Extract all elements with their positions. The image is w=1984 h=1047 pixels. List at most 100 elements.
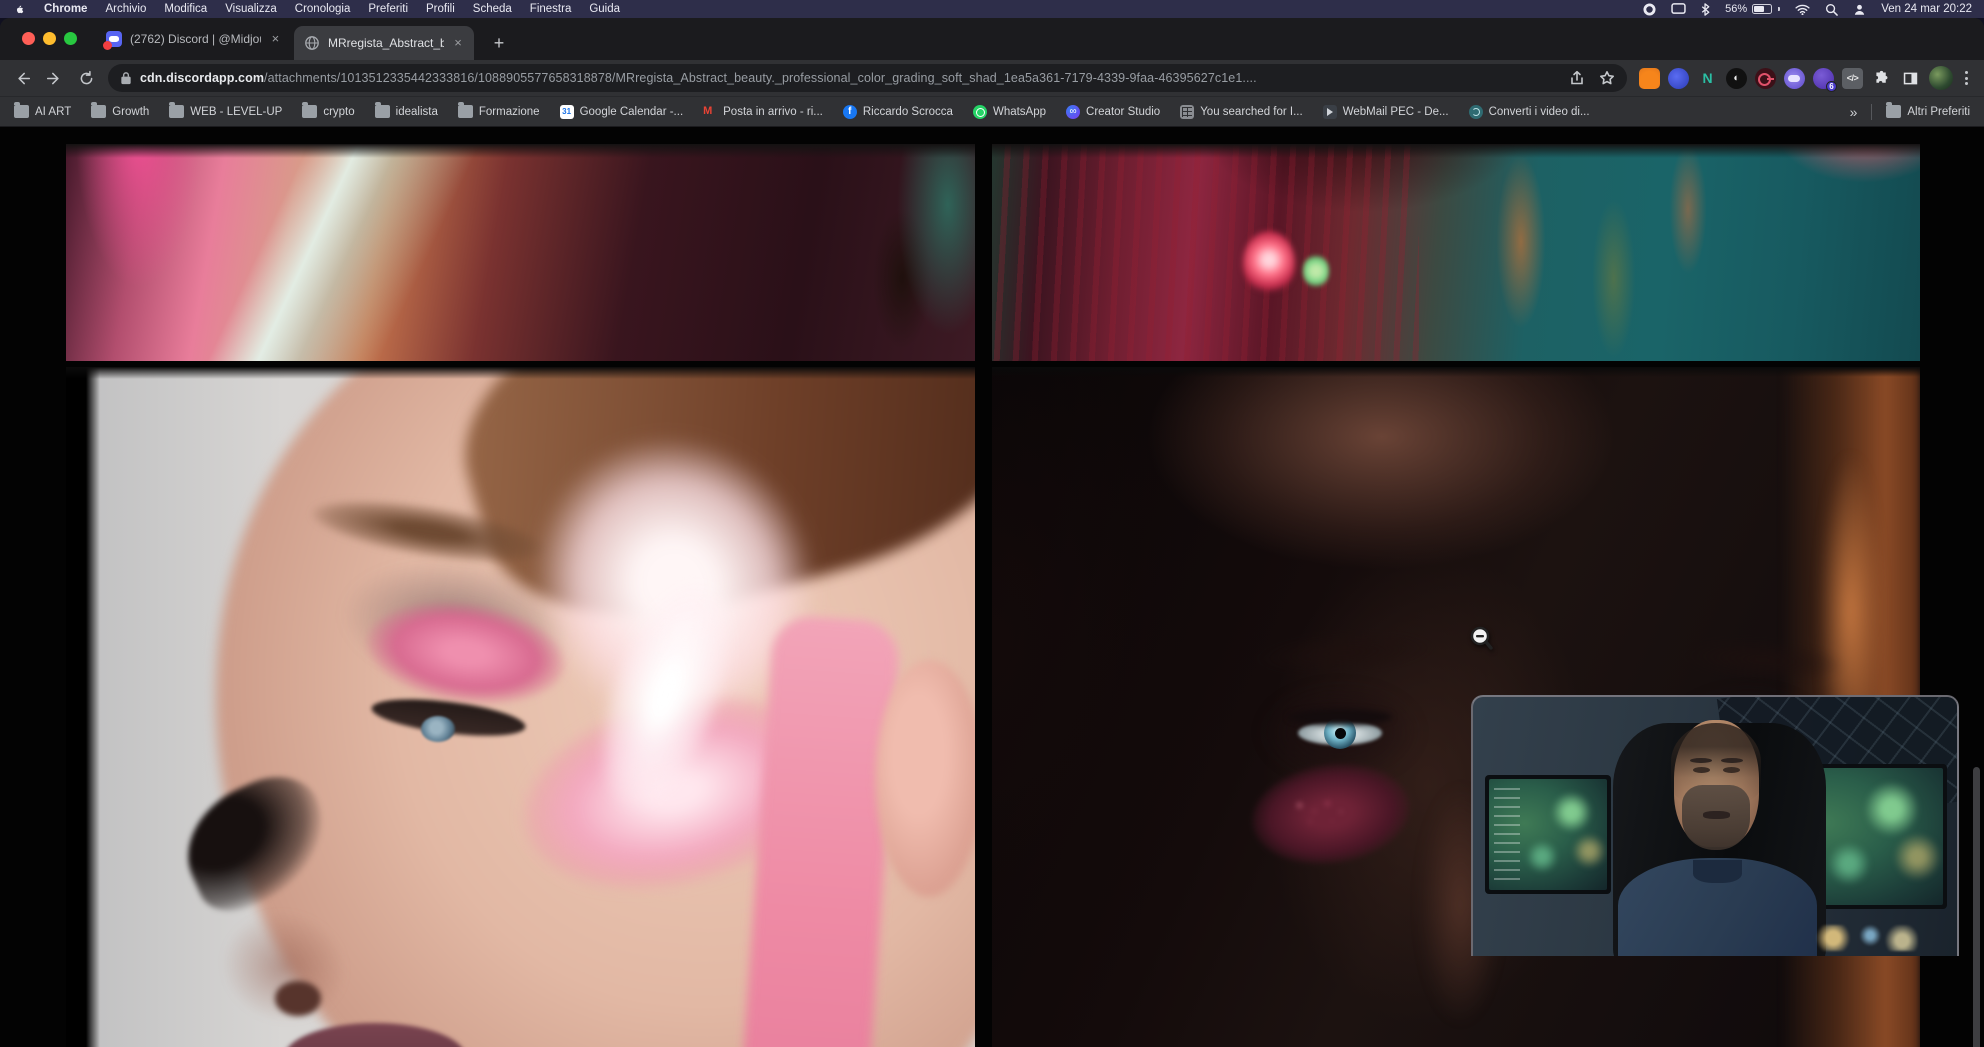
portrait-left-eye bbox=[1280, 709, 1400, 755]
folder-icon bbox=[1886, 105, 1901, 118]
apple-menu-icon[interactable] bbox=[14, 3, 25, 15]
menu-guida[interactable]: Guida bbox=[580, 0, 629, 18]
address-bar[interactable]: cdn.discordapp.com/attachments/101351233… bbox=[108, 64, 1627, 92]
menu-modifica[interactable]: Modifica bbox=[155, 0, 216, 18]
bookmark-folder-crypto[interactable]: crypto bbox=[302, 105, 354, 118]
bookmarks-overflow-chevron[interactable]: » bbox=[1850, 104, 1858, 120]
folder-icon bbox=[14, 105, 29, 118]
left-monitor bbox=[1485, 775, 1611, 894]
facebook-icon bbox=[843, 105, 857, 119]
gmail-icon bbox=[703, 105, 717, 119]
tab-discord-close-icon[interactable]: × bbox=[269, 31, 282, 47]
bookmark-folder-idealista[interactable]: idealista bbox=[375, 105, 438, 118]
bookmark-creator-studio[interactable]: Creator Studio bbox=[1066, 105, 1160, 119]
battery-icon bbox=[1752, 4, 1772, 14]
heart-bokeh-green bbox=[1303, 253, 1329, 289]
bookmark-folder-ai-art[interactable]: AI ART bbox=[14, 105, 71, 118]
url-text[interactable]: cdn.discordapp.com/attachments/101351233… bbox=[140, 71, 1257, 85]
grid-icon bbox=[1180, 105, 1194, 119]
google-calendar-icon bbox=[560, 105, 574, 119]
menu-scheda[interactable]: Scheda bbox=[464, 0, 521, 18]
side-panel-icon[interactable] bbox=[1900, 68, 1921, 89]
extensions-row: N ◐ 6 </> bbox=[1639, 66, 1972, 90]
bookmarks-bar: AI ART Growth WEB - LEVEL-UP crypto idea… bbox=[0, 96, 1984, 126]
close-window-button[interactable] bbox=[22, 32, 35, 45]
menu-visualizza[interactable]: Visualizza bbox=[216, 0, 286, 18]
bookmark-google-calendar[interactable]: Google Calendar -... bbox=[560, 105, 684, 119]
tab-image-active[interactable]: MRregista_Abstract_beauty._ × bbox=[294, 26, 474, 60]
blue-wallet-extension-icon[interactable] bbox=[1668, 68, 1689, 89]
bookmark-folder-formazione[interactable]: Formazione bbox=[458, 105, 540, 118]
browser-toolbar: cdn.discordapp.com/attachments/101351233… bbox=[0, 60, 1984, 96]
menu-archivio[interactable]: Archivio bbox=[96, 0, 155, 18]
bookmark-gmail-inbox[interactable]: Posta in arrivo - ri... bbox=[703, 105, 823, 119]
code-tool-extension-icon[interactable]: </> bbox=[1842, 68, 1863, 89]
generated-image-top-right[interactable] bbox=[992, 144, 1920, 361]
share-icon[interactable] bbox=[1569, 70, 1585, 86]
window-controls bbox=[22, 32, 77, 45]
folder-icon bbox=[458, 105, 473, 118]
n-extension-icon[interactable]: N bbox=[1697, 68, 1718, 89]
display-mirroring-icon[interactable] bbox=[1671, 3, 1686, 15]
url-host: cdn.discordapp.com bbox=[140, 71, 264, 85]
bookmark-whatsapp[interactable]: WhatsApp bbox=[973, 105, 1046, 119]
menu-finestra[interactable]: Finestra bbox=[521, 0, 581, 18]
menu-chrome[interactable]: Chrome bbox=[35, 0, 96, 18]
chrome-menu-icon[interactable] bbox=[1961, 71, 1972, 85]
whatsapp-icon bbox=[973, 105, 987, 119]
user-switch-icon[interactable] bbox=[1853, 3, 1866, 16]
menu-cronologia[interactable]: Cronologia bbox=[286, 0, 360, 18]
bookmark-folder-growth[interactable]: Growth bbox=[91, 105, 149, 118]
bookmark-video-converter[interactable]: Converti i video di... bbox=[1469, 105, 1590, 119]
glitter-makeup-patch bbox=[1246, 754, 1416, 873]
extensions-puzzle-icon[interactable] bbox=[1871, 68, 1892, 89]
zoom-window-button[interactable] bbox=[64, 32, 77, 45]
macos-menubar: Chrome Archivio Modifica Visualizza Cron… bbox=[0, 0, 1984, 18]
webmail-icon bbox=[1323, 105, 1337, 119]
globe-favicon bbox=[304, 35, 320, 51]
bookmark-webmail-pec[interactable]: WebMail PEC - De... bbox=[1323, 105, 1449, 119]
tab-discord-title: (2762) Discord | @Midjourney bbox=[130, 32, 261, 46]
bookmark-you-searched[interactable]: You searched for I... bbox=[1180, 105, 1303, 119]
minimize-window-button[interactable] bbox=[43, 32, 56, 45]
record-indicator-icon[interactable] bbox=[1643, 3, 1656, 16]
key-vault-extension-icon[interactable] bbox=[1755, 68, 1776, 89]
wifi-icon[interactable] bbox=[1795, 4, 1810, 15]
battery-status[interactable]: 56% bbox=[1725, 3, 1780, 15]
generated-image-bottom-left[interactable] bbox=[66, 367, 975, 1047]
desktop-screen: Chrome Archivio Modifica Visualizza Cron… bbox=[0, 0, 1984, 1047]
spotlight-search-icon[interactable] bbox=[1825, 3, 1838, 16]
folder-icon bbox=[375, 105, 390, 118]
menubar-clock[interactable]: Ven 24 mar 20:22 bbox=[1881, 3, 1972, 15]
generated-image-top-left[interactable] bbox=[66, 144, 975, 361]
portrait-blue-eye bbox=[421, 716, 455, 742]
metamask-extension-icon[interactable] bbox=[1639, 68, 1660, 89]
menu-profili[interactable]: Profili bbox=[417, 0, 464, 18]
black-disc-extension-icon[interactable]: ◐ bbox=[1726, 68, 1747, 89]
tab-image-close-icon[interactable]: × bbox=[452, 35, 464, 51]
folder-icon bbox=[169, 105, 184, 118]
forward-button[interactable] bbox=[44, 68, 64, 88]
portrait-ear bbox=[875, 660, 975, 897]
heart-bokeh-pink bbox=[1243, 231, 1295, 295]
bookmark-star-icon[interactable] bbox=[1599, 70, 1615, 86]
purple-badge-extension-icon[interactable]: 6 bbox=[1813, 68, 1834, 89]
tab-discord[interactable]: (2762) Discord | @Midjourney × bbox=[96, 22, 292, 56]
page-scrollbar[interactable] bbox=[1973, 767, 1980, 1047]
menu-preferiti[interactable]: Preferiti bbox=[359, 0, 417, 18]
discord-favicon bbox=[106, 31, 122, 47]
back-button[interactable] bbox=[12, 68, 32, 88]
desk-lights bbox=[1812, 925, 1918, 951]
profile-avatar[interactable] bbox=[1929, 66, 1953, 90]
bluetooth-icon[interactable] bbox=[1701, 3, 1710, 16]
presenter-webcam-overlay bbox=[1471, 695, 1959, 956]
bookmarks-divider bbox=[1871, 104, 1872, 120]
other-bookmarks[interactable]: Altri Preferiti bbox=[1886, 105, 1970, 118]
reload-button[interactable] bbox=[76, 68, 96, 88]
purple-cloud-extension-icon[interactable] bbox=[1784, 68, 1805, 89]
new-tab-button[interactable]: + bbox=[486, 30, 512, 56]
converter-icon bbox=[1469, 105, 1483, 119]
bookmark-folder-web-level-up[interactable]: WEB - LEVEL-UP bbox=[169, 105, 282, 118]
bookmark-facebook-profile[interactable]: Riccardo Scrocca bbox=[843, 105, 953, 119]
lock-icon[interactable] bbox=[120, 71, 132, 85]
